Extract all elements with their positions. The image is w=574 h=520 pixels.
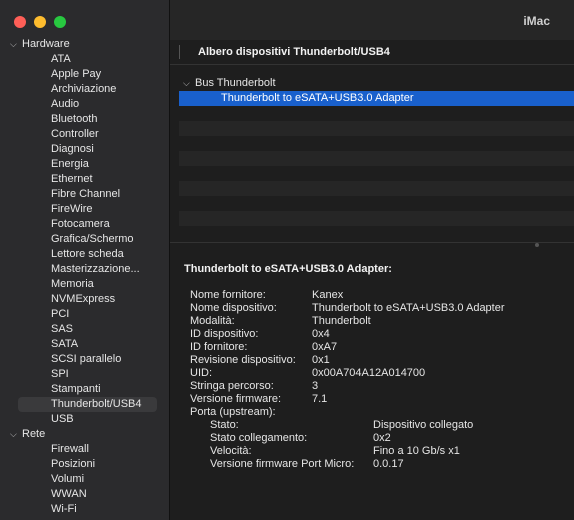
bus-row[interactable]: ⌵ Bus Thunderbolt bbox=[170, 76, 574, 91]
network-items: Firewall Posizioni Volumi WWAN Wi-Fi bbox=[0, 442, 169, 517]
main-content: Albero dispositivi Thunderbolt/USB4 ⌵ Bu… bbox=[170, 40, 574, 520]
sidebar-item[interactable]: Wi-Fi bbox=[0, 502, 169, 517]
sidebar-item[interactable]: SATA bbox=[0, 337, 169, 352]
device-label: Thunderbolt to eSATA+USB3.0 Adapter bbox=[221, 92, 414, 104]
hardware-label: Hardware bbox=[22, 38, 70, 50]
property-value: Dispositivo collegato bbox=[373, 419, 474, 431]
property-value: 0x2 bbox=[373, 432, 391, 444]
sidebar-item[interactable]: USB bbox=[0, 412, 169, 427]
property-value: 7.1 bbox=[312, 393, 328, 405]
hardware-group: ⌵ Hardware ATA Apple Pay Archiviazione Audi… bbox=[0, 37, 169, 427]
toolbar: iMac bbox=[170, 0, 574, 40]
chevron-down-icon[interactable]: ⌵ bbox=[10, 37, 17, 52]
property-value: 0xA7 bbox=[312, 341, 338, 353]
network-group: ⌵ Rete Firewall Posizioni Volumi WWAN Wi-Fi bbox=[0, 427, 169, 517]
property-value: Thunderbolt bbox=[312, 315, 371, 327]
property-key: ID dispositivo: bbox=[190, 328, 259, 340]
empty-row bbox=[179, 151, 574, 166]
property-value: Thunderbolt to eSATA+USB3.0 Adapter bbox=[312, 302, 505, 314]
property-key: Nome fornitore: bbox=[190, 289, 266, 301]
sidebar-tree: ⌵ Hardware ATA Apple Pay Archiviazione Audi… bbox=[0, 37, 169, 517]
device-row-selected[interactable]: Thunderbolt to eSATA+USB3.0 Adapter bbox=[179, 91, 574, 106]
sidebar-item[interactable]: Ethernet bbox=[0, 172, 169, 187]
empty-row bbox=[179, 181, 574, 196]
sidebar-item[interactable]: Archiviazione bbox=[0, 82, 169, 97]
sidebar-item[interactable]: Stampanti bbox=[0, 382, 169, 397]
system-information-window: ⌵ Hardware ATA Apple Pay Archiviazione Audi… bbox=[0, 0, 574, 520]
property-key: Versione firmware: bbox=[190, 393, 282, 405]
split-handle[interactable] bbox=[535, 243, 539, 247]
network-group-header[interactable]: ⌵ Rete bbox=[0, 427, 169, 442]
property-key: ID fornitore: bbox=[190, 341, 248, 353]
details-pane: Thunderbolt to eSATA+USB3.0 Adapter: Nom… bbox=[184, 262, 574, 470]
device-tree-title: Albero dispositivi Thunderbolt/USB4 bbox=[198, 46, 390, 58]
sidebar-item[interactable]: ATA bbox=[0, 52, 169, 67]
sidebar-item[interactable]: Apple Pay bbox=[0, 67, 169, 82]
sidebar-item[interactable]: SAS bbox=[0, 322, 169, 337]
window-controls bbox=[14, 16, 66, 28]
zoom-button[interactable] bbox=[54, 16, 66, 28]
sidebar-item[interactable]: Firewall bbox=[0, 442, 169, 457]
details-title: Thunderbolt to eSATA+USB3.0 Adapter: bbox=[184, 263, 392, 275]
empty-row bbox=[179, 121, 574, 136]
property-key: Revisione dispositivo: bbox=[190, 354, 296, 366]
sidebar-item[interactable]: Thunderbolt/USB4 bbox=[18, 397, 157, 412]
sidebar-item[interactable]: Lettore scheda bbox=[0, 247, 169, 262]
sidebar-item[interactable]: Volumi bbox=[0, 472, 169, 487]
sidebar-item[interactable]: PCI bbox=[0, 307, 169, 322]
divider bbox=[179, 45, 180, 59]
sidebar-item[interactable]: Bluetooth bbox=[0, 112, 169, 127]
sidebar-item[interactable]: SPI bbox=[0, 367, 169, 382]
hardware-group-header[interactable]: ⌵ Hardware bbox=[0, 37, 169, 52]
sidebar-item[interactable]: FireWire bbox=[0, 202, 169, 217]
sidebar-item[interactable]: Diagnosi bbox=[0, 142, 169, 157]
window-title: iMac bbox=[523, 14, 550, 28]
device-tree-header: Albero dispositivi Thunderbolt/USB4 bbox=[170, 40, 574, 65]
property-key: Velocità: bbox=[210, 445, 252, 457]
sidebar-item[interactable]: Fotocamera bbox=[0, 217, 169, 232]
sidebar-item[interactable]: NVMExpress bbox=[0, 292, 169, 307]
property-key: Versione firmware Port Micro: bbox=[210, 458, 355, 470]
hardware-items: ATA Apple Pay Archiviazione Audio Bluetooth C… bbox=[0, 52, 169, 427]
close-button[interactable] bbox=[14, 16, 26, 28]
sidebar-item[interactable]: Audio bbox=[0, 97, 169, 112]
chevron-down-icon[interactable]: ⌵ bbox=[183, 76, 190, 91]
network-label: Rete bbox=[22, 428, 46, 440]
sidebar-item[interactable]: SCSI parallelo bbox=[0, 352, 169, 367]
property-key: Modalità: bbox=[190, 315, 235, 327]
property-key: Porta (upstream): bbox=[190, 406, 276, 418]
sidebar-item[interactable]: Memoria bbox=[0, 277, 169, 292]
property-key: Nome dispositivo: bbox=[190, 302, 277, 314]
property-key: UID: bbox=[190, 367, 212, 379]
property-value: 3 bbox=[312, 380, 319, 392]
sidebar: ⌵ Hardware ATA Apple Pay Archiviazione Audi… bbox=[0, 0, 170, 520]
sidebar-item[interactable]: Masterizzazione... bbox=[0, 262, 169, 277]
sidebar-item[interactable]: Grafica/Schermo bbox=[0, 232, 169, 247]
bus-label: Bus Thunderbolt bbox=[195, 77, 276, 89]
property-value: 0x1 bbox=[312, 354, 330, 366]
property-key: Stringa percorso: bbox=[190, 380, 274, 392]
minimize-button[interactable] bbox=[34, 16, 46, 28]
sidebar-item[interactable]: Controller bbox=[0, 127, 169, 142]
split-divider[interactable] bbox=[170, 242, 574, 243]
property-value: 0x4 bbox=[312, 328, 330, 340]
property-value: 0x00A704A12A014700 bbox=[312, 367, 426, 379]
sidebar-item[interactable]: WWAN bbox=[0, 487, 169, 502]
chevron-down-icon[interactable]: ⌵ bbox=[10, 427, 17, 442]
property-value: 0.0.17 bbox=[373, 458, 404, 470]
sidebar-item[interactable]: Energia bbox=[0, 157, 169, 172]
property-value: Kanex bbox=[312, 289, 344, 301]
empty-row bbox=[179, 211, 574, 226]
sidebar-item[interactable]: Fibre Channel bbox=[0, 187, 169, 202]
bus-tree: ⌵ Bus Thunderbolt Thunderbolt to eSATA+U… bbox=[170, 76, 574, 106]
property-value: Fino a 10 Gb/s x1 bbox=[373, 445, 460, 457]
property-key: Stato collegamento: bbox=[210, 432, 308, 444]
property-key: Stato: bbox=[210, 419, 239, 431]
sidebar-item[interactable]: Posizioni bbox=[0, 457, 169, 472]
